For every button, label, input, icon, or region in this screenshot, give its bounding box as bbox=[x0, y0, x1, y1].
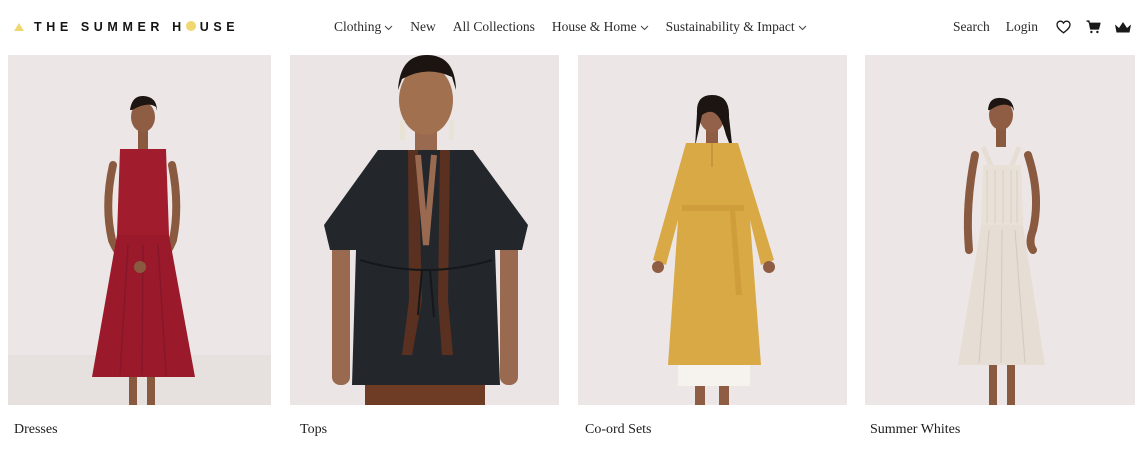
crown-icon bbox=[1115, 21, 1131, 32]
cart-button[interactable] bbox=[1084, 18, 1102, 36]
cart-icon bbox=[1086, 20, 1101, 34]
category-card-summer-whites[interactable]: Summer Whites bbox=[865, 55, 1135, 437]
category-card-dresses[interactable]: Dresses bbox=[8, 55, 271, 437]
logo-triangle-icon bbox=[14, 23, 24, 31]
product-photo-summer-whites bbox=[865, 55, 1135, 405]
chevron-down-icon bbox=[384, 25, 393, 30]
logo-text-part2: USE bbox=[199, 20, 240, 34]
chevron-down-icon bbox=[640, 25, 648, 30]
chevron-down-icon bbox=[798, 25, 806, 30]
nav-new[interactable]: New bbox=[410, 19, 436, 35]
search-link[interactable]: Search bbox=[953, 19, 990, 35]
nav-sustainability-label: Sustainability & Impact bbox=[665, 19, 795, 34]
model-red-dress-image bbox=[8, 55, 271, 405]
product-photo-tops bbox=[290, 55, 559, 405]
nav-all-collections[interactable]: All Collections bbox=[453, 19, 535, 35]
model-yellow-set-image bbox=[578, 55, 847, 405]
site-header: THE SUMMER H USE Clothing New All Collect… bbox=[0, 0, 1140, 54]
category-label[interactable]: Tops bbox=[300, 422, 327, 438]
logo-text-part1: THE SUMMER H bbox=[34, 20, 186, 34]
product-photo-dresses bbox=[8, 55, 271, 405]
category-label[interactable]: Dresses bbox=[14, 422, 58, 438]
nav-all-collections-label: All Collections bbox=[452, 19, 535, 34]
product-photo-coord-sets bbox=[578, 55, 847, 405]
nav-sustainability[interactable]: Sustainability & Impact bbox=[666, 19, 807, 35]
utility-nav: Search Login bbox=[953, 17, 1132, 37]
nav-house-home-label: House & Home bbox=[551, 19, 637, 34]
nav-house-home[interactable]: House & Home bbox=[552, 19, 649, 35]
category-label[interactable]: Co-ord Sets bbox=[585, 422, 652, 438]
nav-new-label: New bbox=[410, 19, 436, 34]
category-card-coord-sets[interactable]: Co-ord Sets bbox=[578, 55, 847, 437]
logo-sun-icon bbox=[185, 21, 196, 31]
category-card-tops[interactable]: Tops bbox=[290, 55, 559, 437]
heart-icon bbox=[1055, 20, 1071, 34]
wishlist-button[interactable] bbox=[1054, 18, 1072, 36]
account-crown-button[interactable] bbox=[1114, 18, 1132, 36]
main-nav: Clothing New All Collections House & Hom… bbox=[334, 17, 824, 37]
nav-clothing[interactable]: Clothing bbox=[334, 19, 393, 35]
brand-logo[interactable]: THE SUMMER H USE bbox=[14, 18, 239, 36]
nav-clothing-label: Clothing bbox=[334, 19, 382, 34]
model-black-top-image bbox=[290, 55, 559, 405]
model-white-dress-image bbox=[865, 55, 1135, 405]
login-link[interactable]: Login bbox=[1006, 19, 1038, 35]
category-label[interactable]: Summer Whites bbox=[870, 422, 960, 438]
